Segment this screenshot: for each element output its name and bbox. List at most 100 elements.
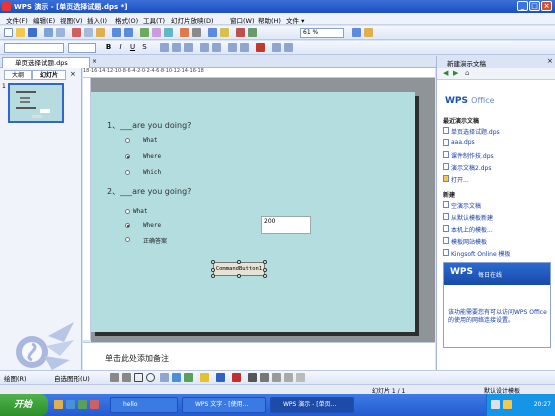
forward-icon[interactable]: ▶ [453, 69, 458, 77]
quicklaunch-icon[interactable] [66, 400, 75, 409]
q2-radio-3[interactable] [125, 237, 130, 242]
recent-file-4[interactable]: 演示文稿2.dps [451, 163, 491, 172]
cut-icon[interactable] [72, 28, 81, 37]
slide-canvas[interactable]: 1、___are you doing? What Where Which 2、_… [91, 92, 415, 332]
align-center-icon[interactable] [172, 43, 181, 52]
arrow-style-icon[interactable] [272, 373, 281, 382]
question-2[interactable]: 2、___are you going? [107, 186, 191, 197]
align-right-icon[interactable] [184, 43, 193, 52]
help-icon[interactable] [352, 28, 361, 37]
color-icon[interactable] [236, 28, 245, 37]
bullets-icon[interactable] [212, 43, 221, 52]
line-style-icon[interactable] [248, 373, 257, 382]
answer-textbox[interactable]: 200 [261, 216, 311, 234]
minimize-button[interactable]: _ [517, 1, 528, 11]
menu-view[interactable]: 视图(V) [60, 15, 83, 25]
decrease-font-icon[interactable] [240, 43, 249, 52]
textbox-icon[interactable] [160, 373, 169, 382]
copy-icon[interactable] [84, 28, 93, 37]
slide-thumbnail[interactable] [8, 83, 64, 123]
hyperlink-icon[interactable] [208, 28, 217, 37]
shadow-icon[interactable]: S [140, 43, 149, 52]
preview-icon[interactable] [56, 28, 65, 37]
expand-icon[interactable] [248, 28, 257, 37]
volume-icon[interactable] [503, 400, 512, 409]
q1-radio-1[interactable] [125, 138, 130, 143]
open-icon[interactable] [16, 28, 25, 37]
close-tab-icon[interactable]: × [92, 58, 97, 65]
new-icon[interactable] [4, 28, 13, 37]
start-button[interactable]: 开始 [0, 394, 48, 416]
resize-handle[interactable] [237, 274, 241, 278]
resize-handle[interactable] [237, 260, 241, 264]
doc-tab[interactable]: 单页选择试题.dps [2, 57, 90, 68]
wordart-icon[interactable] [172, 373, 181, 382]
quicklaunch-icon[interactable] [90, 400, 99, 409]
ellipse-icon[interactable] [146, 373, 155, 382]
font-size-select[interactable] [68, 43, 96, 53]
resize-handle[interactable] [211, 268, 215, 272]
tab-slides[interactable]: 幻灯片 [32, 70, 66, 80]
recent-file-3[interactable]: 课件制作技.dps [451, 151, 494, 160]
font-color-draw-icon[interactable] [232, 373, 241, 382]
q1-radio-3[interactable] [125, 170, 130, 175]
local-template-link[interactable]: 本机上的模板... [451, 225, 493, 234]
resize-handle[interactable] [263, 260, 267, 264]
home-icon[interactable]: ⌂ [465, 69, 469, 77]
new-slide-icon[interactable] [284, 43, 293, 52]
menu-file-dropdown[interactable]: 文件 ▾ [286, 15, 304, 25]
taskbar-item-wps-writer[interactable]: WPS 文字 - [使用... [182, 397, 266, 413]
numbering-icon[interactable] [200, 43, 209, 52]
resize-handle[interactable] [211, 274, 215, 278]
italic-icon[interactable]: I [116, 43, 125, 52]
maximize-button[interactable]: □ [529, 1, 540, 11]
bold-icon[interactable]: B [104, 43, 113, 52]
clipart-icon[interactable] [184, 373, 193, 382]
menu-window[interactable]: 窗口(W) [230, 15, 255, 25]
back-icon[interactable]: ◀ [443, 69, 448, 77]
fill-color-icon[interactable] [200, 373, 209, 382]
line-icon[interactable] [110, 373, 119, 382]
taskbar-item-wps-presentation[interactable]: WPS 演示 - [单页... [270, 397, 354, 413]
q2-radio-2[interactable] [125, 223, 130, 228]
resize-handle[interactable] [263, 268, 267, 272]
open-more-link[interactable]: 打开... [451, 175, 469, 184]
resize-handle[interactable] [263, 274, 267, 278]
menu-help[interactable]: 帮助(H) [258, 15, 281, 25]
recent-file-1[interactable]: 单页选择试题.dps [451, 127, 500, 136]
picture-icon[interactable] [164, 28, 173, 37]
save-icon[interactable] [28, 28, 37, 37]
table-icon[interactable] [140, 28, 149, 37]
format-painter-icon[interactable] [220, 28, 229, 37]
q1-radio-2[interactable] [125, 154, 130, 159]
print-icon[interactable] [44, 28, 53, 37]
question-1[interactable]: 1、___are you doing? [107, 120, 191, 131]
web-template-link[interactable]: 模板网站模板 [451, 237, 487, 246]
notes-pane[interactable]: 单击此处添加备注 [83, 342, 435, 370]
3d-style-icon[interactable] [296, 373, 305, 382]
q2-radio-1[interactable] [125, 209, 130, 214]
shadow-style-icon[interactable] [284, 373, 293, 382]
taskbar-item-folder[interactable]: hello [110, 397, 178, 413]
new-from-default-link[interactable]: 从默认模板新建 [451, 213, 493, 222]
task-pane-close-icon[interactable]: × [547, 57, 553, 65]
recent-file-2[interactable]: aaa.dps [451, 139, 475, 146]
increase-font-icon[interactable] [228, 43, 237, 52]
font-color-icon[interactable] [256, 43, 265, 52]
arrow-icon[interactable] [122, 373, 131, 382]
underline-icon[interactable]: U [128, 43, 137, 52]
quicklaunch-icon[interactable] [54, 400, 63, 409]
paste-icon[interactable] [96, 28, 105, 37]
align-left-icon[interactable] [160, 43, 169, 52]
tab-outline[interactable]: 大纲 [4, 70, 32, 80]
slideshow-icon[interactable] [180, 28, 189, 37]
design-icon[interactable] [272, 43, 281, 52]
line-color-icon[interactable] [216, 373, 225, 382]
zoom-select[interactable]: 61 % [300, 28, 344, 38]
font-select[interactable] [4, 43, 64, 53]
quicklaunch-icon[interactable] [78, 400, 87, 409]
menu-format[interactable]: 格式(O) [115, 15, 138, 25]
resize-handle[interactable] [211, 260, 215, 264]
close-button[interactable]: × [541, 1, 552, 11]
menu-insert[interactable]: 插入(I) [87, 15, 107, 25]
